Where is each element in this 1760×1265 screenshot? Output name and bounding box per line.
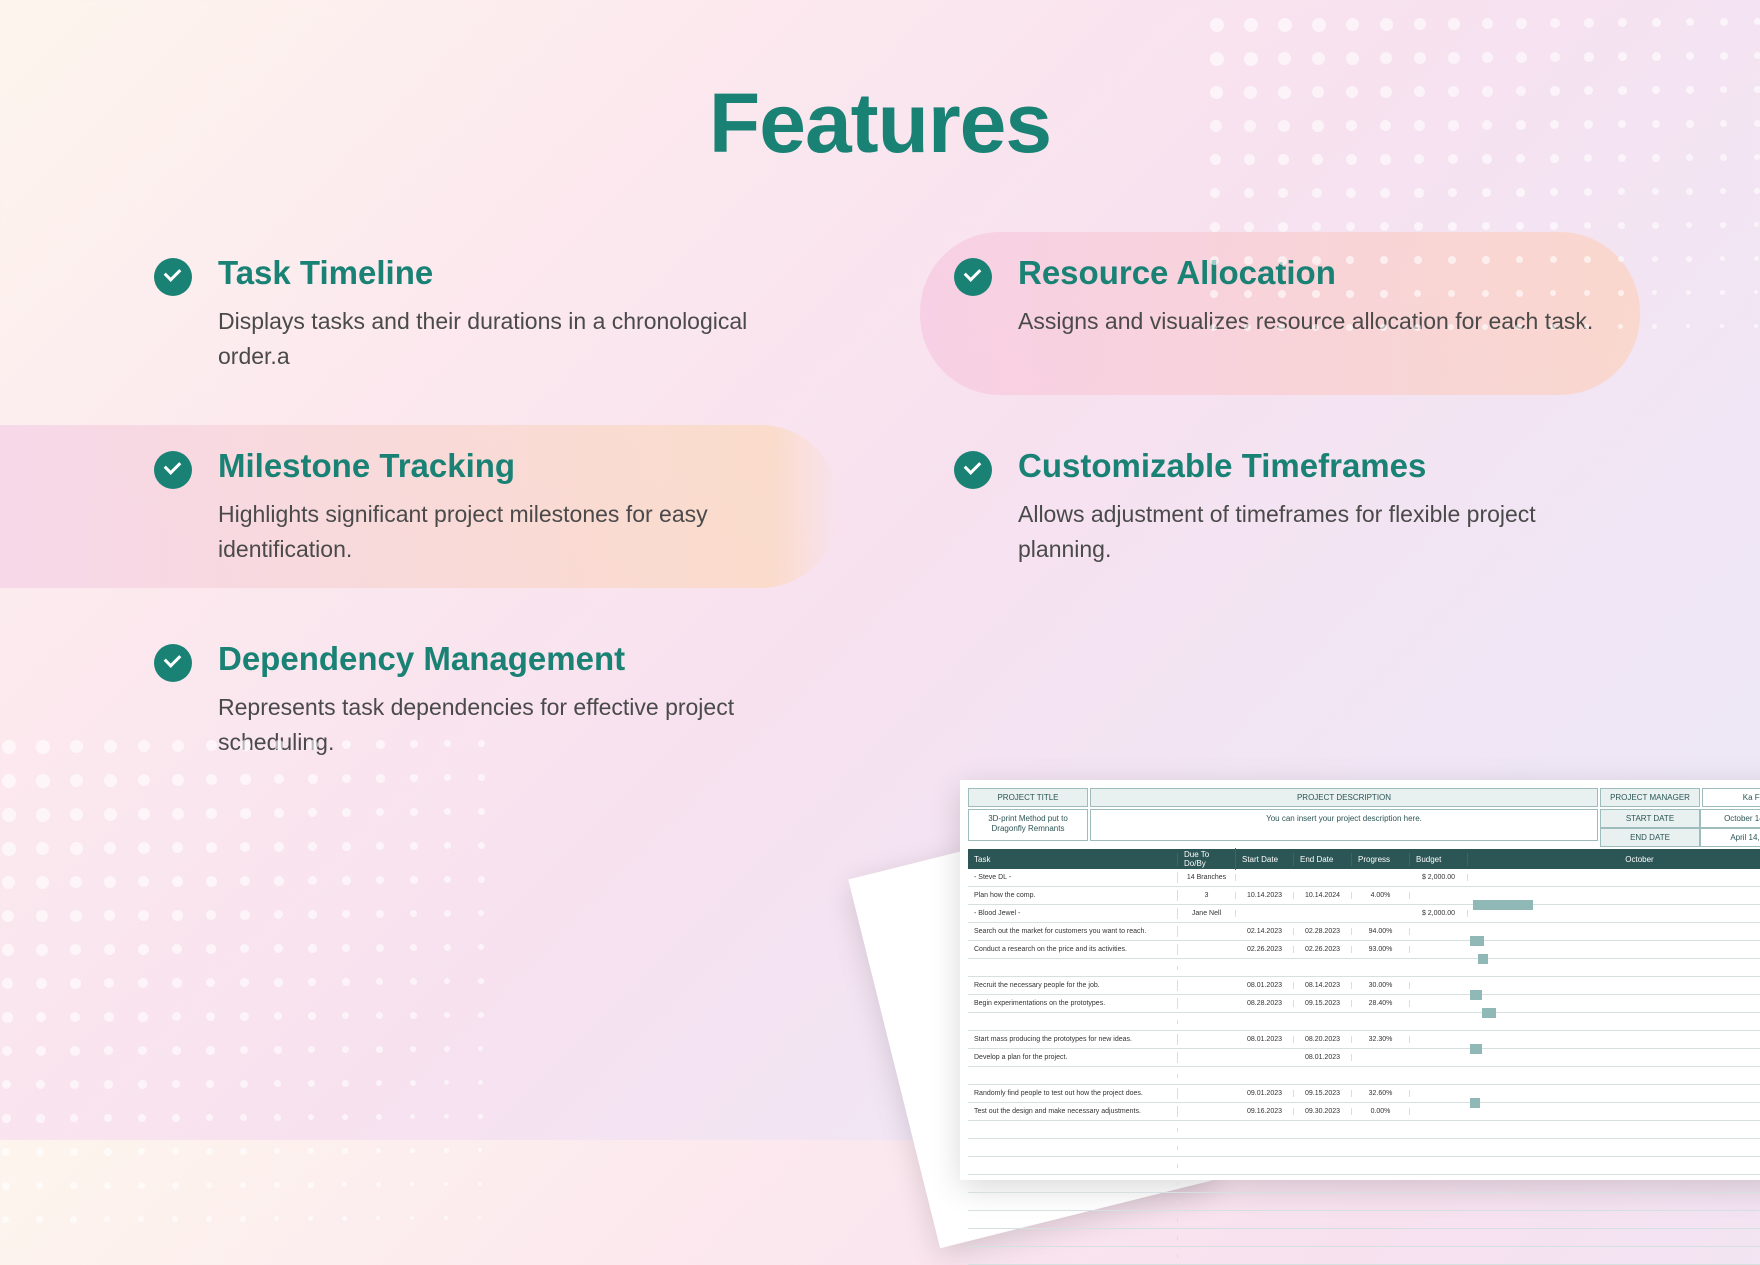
check-icon: [154, 258, 192, 296]
col-month: October: [1468, 853, 1760, 866]
hdr-start-date: START DATE: [1600, 809, 1700, 828]
table-row: Randomly find people to test out how the…: [968, 1085, 1760, 1103]
table-row: [968, 959, 1760, 977]
val-end-date: April 14, 2024: [1700, 828, 1760, 847]
table-row: Start mass producing the prototypes for …: [968, 1031, 1760, 1049]
feature-title: Task Timeline: [218, 254, 806, 292]
page-title: Features: [0, 0, 1760, 172]
col-budget: Budget: [1410, 853, 1468, 866]
col-startdate: Start Date: [1236, 853, 1294, 866]
preview-sheet-front: PROJECT TITLE PROJECT DESCRIPTION PROJEC…: [960, 780, 1760, 1180]
table-row: Develop a plan for the project. 08.01.20…: [968, 1049, 1760, 1067]
col-dueto: Due To Do/By: [1178, 848, 1236, 870]
feature-milestone-tracking: Milestone Tracking Highlights significan…: [0, 425, 840, 588]
col-enddate: End Date: [1294, 853, 1352, 866]
table-row: - Blood Jewel - Jane Nell $ 2,000.00: [968, 905, 1760, 923]
hdr-project-manager: PROJECT MANAGER: [1600, 788, 1700, 807]
table-row: Recruit the necessary people for the job…: [968, 977, 1760, 995]
table-row: Search out the market for customers you …: [968, 923, 1760, 941]
table-row: Begin experimentations on the prototypes…: [968, 995, 1760, 1013]
check-icon: [954, 258, 992, 296]
table-row: Test out the design and make necessary a…: [968, 1103, 1760, 1121]
table-row: Conduct a research on the price and its …: [968, 941, 1760, 959]
feature-desc: Assigns and visualizes resource allocati…: [1018, 304, 1606, 339]
feature-desc: Represents task dependencies for effecti…: [218, 690, 840, 759]
col-task: Task: [968, 853, 1178, 866]
feature-resource-allocation: Resource Allocation Assigns and visualiz…: [920, 232, 1640, 395]
check-icon: [954, 451, 992, 489]
val-start-date: October 14, 2023: [1700, 809, 1760, 828]
feature-title: Customizable Timeframes: [1018, 447, 1606, 485]
feature-title: Dependency Management: [218, 640, 840, 678]
check-icon: [154, 644, 192, 682]
table-row: Plan how the comp. 3 10.14.2023 10.14.20…: [968, 887, 1760, 905]
decorative-dots-bottom-left: [0, 740, 500, 1240]
col-progress: Progress: [1352, 853, 1410, 866]
features-grid: Task Timeline Displays tasks and their d…: [0, 232, 1760, 781]
val-project-name: 3D-print Method put to Dragonfly Remnant…: [968, 809, 1088, 841]
val-desc-text: You can insert your project description …: [1090, 809, 1598, 841]
val-manager-name: Ka Flick: [1702, 788, 1760, 807]
hdr-end-date: END DATE: [1600, 828, 1700, 847]
feature-customizable-timeframes: Customizable Timeframes Allows adjustmen…: [920, 425, 1640, 588]
feature-desc: Allows adjustment of timeframes for flex…: [1018, 497, 1606, 566]
hdr-project-desc: PROJECT DESCRIPTION: [1090, 788, 1598, 807]
feature-task-timeline: Task Timeline Displays tasks and their d…: [120, 232, 840, 395]
sheet-rows: - Steve DL - 14 Branches $ 2,000.00 Plan…: [968, 869, 1760, 1265]
spreadsheet-preview: PROJECT TITLE PROJECT DESCRIPTION PROJEC…: [940, 730, 1760, 1160]
feature-title: Resource Allocation: [1018, 254, 1606, 292]
table-row: [968, 1067, 1760, 1085]
feature-title: Milestone Tracking: [218, 447, 806, 485]
feature-dependency-management: Dependency Management Represents task de…: [120, 618, 874, 781]
check-icon: [154, 451, 192, 489]
column-header-row: Task Due To Do/By Start Date End Date Pr…: [968, 849, 1760, 869]
feature-desc: Highlights significant project milestone…: [218, 497, 806, 566]
table-row: [968, 1013, 1760, 1031]
hdr-project-title: PROJECT TITLE: [968, 788, 1088, 807]
table-row: - Steve DL - 14 Branches $ 2,000.00: [968, 869, 1760, 887]
feature-desc: Displays tasks and their durations in a …: [218, 304, 806, 373]
